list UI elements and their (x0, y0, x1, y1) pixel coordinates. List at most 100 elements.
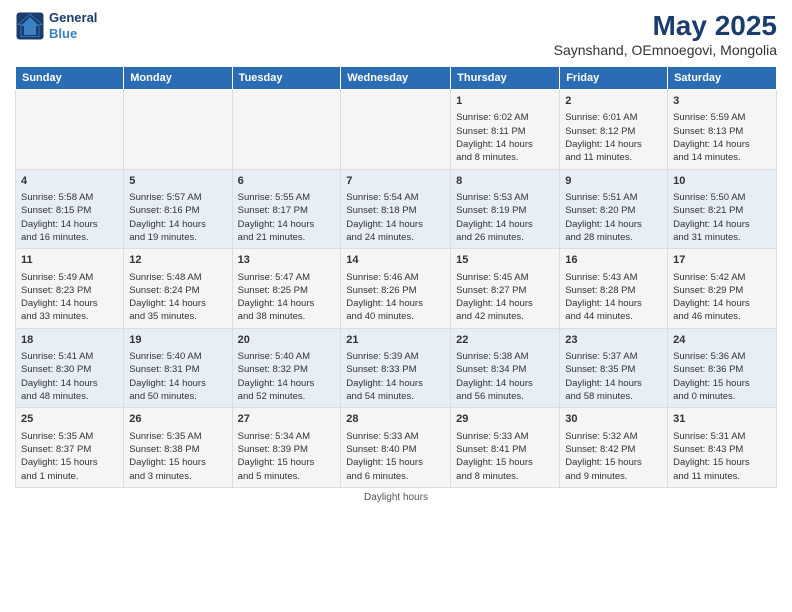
cell-content-line: Sunrise: 5:48 AM (129, 271, 226, 284)
day-number: 28 (346, 412, 445, 427)
cell-content-line: Sunset: 8:15 PM (21, 204, 118, 217)
calendar-cell: 8Sunrise: 5:53 AMSunset: 8:19 PMDaylight… (451, 169, 560, 249)
cell-content-line: Daylight: 15 hours (346, 456, 445, 469)
day-number: 14 (346, 253, 445, 268)
week-row-3: 11Sunrise: 5:49 AMSunset: 8:23 PMDayligh… (16, 249, 777, 329)
calendar-cell: 11Sunrise: 5:49 AMSunset: 8:23 PMDayligh… (16, 249, 124, 329)
cell-content-line: Sunrise: 5:55 AM (238, 191, 336, 204)
cell-content-line: and 50 minutes. (129, 390, 226, 403)
cell-content-line: Sunset: 8:30 PM (21, 363, 118, 376)
cell-content-line: and 28 minutes. (565, 231, 662, 244)
cell-content-line: Sunset: 8:16 PM (129, 204, 226, 217)
day-number: 9 (565, 174, 662, 189)
day-number: 8 (456, 174, 554, 189)
calendar-cell: 9Sunrise: 5:51 AMSunset: 8:20 PMDaylight… (560, 169, 668, 249)
calendar-cell: 1Sunrise: 6:02 AMSunset: 8:11 PMDaylight… (451, 90, 560, 170)
calendar-cell: 22Sunrise: 5:38 AMSunset: 8:34 PMDayligh… (451, 328, 560, 408)
calendar-cell: 20Sunrise: 5:40 AMSunset: 8:32 PMDayligh… (232, 328, 341, 408)
day-number: 22 (456, 333, 554, 348)
cell-content-line: Daylight: 14 hours (21, 297, 118, 310)
day-number: 11 (21, 253, 118, 268)
cell-content-line: and 21 minutes. (238, 231, 336, 244)
cell-content-line: and 3 minutes. (129, 470, 226, 483)
cell-content-line: and 1 minute. (21, 470, 118, 483)
cell-content-line: Sunrise: 5:57 AM (129, 191, 226, 204)
calendar-cell: 6Sunrise: 5:55 AMSunset: 8:17 PMDaylight… (232, 169, 341, 249)
cell-content-line: Sunset: 8:41 PM (456, 443, 554, 456)
day-number: 27 (238, 412, 336, 427)
cell-content-line: Sunrise: 5:54 AM (346, 191, 445, 204)
cell-content-line: and 31 minutes. (673, 231, 771, 244)
cell-content-line: Daylight: 15 hours (238, 456, 336, 469)
cell-content-line: and 24 minutes. (346, 231, 445, 244)
week-row-5: 25Sunrise: 5:35 AMSunset: 8:37 PMDayligh… (16, 408, 777, 488)
cell-content-line: and 11 minutes. (673, 470, 771, 483)
calendar-cell: 23Sunrise: 5:37 AMSunset: 8:35 PMDayligh… (560, 328, 668, 408)
calendar-cell: 10Sunrise: 5:50 AMSunset: 8:21 PMDayligh… (668, 169, 777, 249)
main-title: May 2025 (554, 10, 777, 42)
day-number: 21 (346, 333, 445, 348)
cell-content-line: and 35 minutes. (129, 310, 226, 323)
cell-content-line: Sunrise: 5:51 AM (565, 191, 662, 204)
week-row-2: 4Sunrise: 5:58 AMSunset: 8:15 PMDaylight… (16, 169, 777, 249)
day-number: 5 (129, 174, 226, 189)
calendar-cell: 3Sunrise: 5:59 AMSunset: 8:13 PMDaylight… (668, 90, 777, 170)
day-number: 19 (129, 333, 226, 348)
cell-content-line: Daylight: 14 hours (346, 297, 445, 310)
cell-content-line: Sunset: 8:40 PM (346, 443, 445, 456)
header-row: SundayMondayTuesdayWednesdayThursdayFrid… (16, 67, 777, 90)
cell-content-line: Sunrise: 5:41 AM (21, 350, 118, 363)
cell-content-line: Sunset: 8:32 PM (238, 363, 336, 376)
cell-content-line: Sunrise: 5:37 AM (565, 350, 662, 363)
cell-content-line: Sunset: 8:43 PM (673, 443, 771, 456)
header: General Blue May 2025 Saynshand, OEmnoeg… (15, 10, 777, 58)
cell-content-line: and 8 minutes. (456, 470, 554, 483)
cell-content-line: and 48 minutes. (21, 390, 118, 403)
cell-content-line: Sunrise: 5:58 AM (21, 191, 118, 204)
cell-content-line: Sunrise: 5:42 AM (673, 271, 771, 284)
cell-content-line: Sunrise: 5:49 AM (21, 271, 118, 284)
cell-content-line: Sunset: 8:33 PM (346, 363, 445, 376)
cell-content-line: Sunrise: 5:59 AM (673, 111, 771, 124)
calendar-cell: 13Sunrise: 5:47 AMSunset: 8:25 PMDayligh… (232, 249, 341, 329)
cell-content-line: Sunset: 8:24 PM (129, 284, 226, 297)
cell-content-line: and 40 minutes. (346, 310, 445, 323)
cell-content-line: Sunset: 8:28 PM (565, 284, 662, 297)
cell-content-line: Daylight: 14 hours (673, 218, 771, 231)
cell-content-line: Sunset: 8:37 PM (21, 443, 118, 456)
cell-content-line: and 52 minutes. (238, 390, 336, 403)
col-header-saturday: Saturday (668, 67, 777, 90)
cell-content-line: Daylight: 14 hours (456, 138, 554, 151)
cell-content-line: Daylight: 14 hours (456, 218, 554, 231)
cell-content-line: Daylight: 14 hours (129, 297, 226, 310)
cell-content-line: Daylight: 14 hours (238, 377, 336, 390)
cell-content-line: Daylight: 14 hours (129, 377, 226, 390)
cell-content-line: Daylight: 15 hours (456, 456, 554, 469)
day-number: 17 (673, 253, 771, 268)
cell-content-line: Sunrise: 5:36 AM (673, 350, 771, 363)
calendar-cell: 28Sunrise: 5:33 AMSunset: 8:40 PMDayligh… (341, 408, 451, 488)
cell-content-line: Sunset: 8:26 PM (346, 284, 445, 297)
day-number: 10 (673, 174, 771, 189)
cell-content-line: and 19 minutes. (129, 231, 226, 244)
cell-content-line: Sunset: 8:36 PM (673, 363, 771, 376)
calendar-cell: 18Sunrise: 5:41 AMSunset: 8:30 PMDayligh… (16, 328, 124, 408)
day-number: 18 (21, 333, 118, 348)
cell-content-line: Sunrise: 5:32 AM (565, 430, 662, 443)
cell-content-line: Sunrise: 5:43 AM (565, 271, 662, 284)
cell-content-line: Sunset: 8:31 PM (129, 363, 226, 376)
cell-content-line: Sunrise: 5:40 AM (129, 350, 226, 363)
cell-content-line: Daylight: 14 hours (346, 218, 445, 231)
calendar-cell: 12Sunrise: 5:48 AMSunset: 8:24 PMDayligh… (124, 249, 232, 329)
cell-content-line: and 11 minutes. (565, 151, 662, 164)
cell-content-line: Sunrise: 5:53 AM (456, 191, 554, 204)
cell-content-line: and 44 minutes. (565, 310, 662, 323)
calendar-cell: 26Sunrise: 5:35 AMSunset: 8:38 PMDayligh… (124, 408, 232, 488)
col-header-tuesday: Tuesday (232, 67, 341, 90)
cell-content-line: and 54 minutes. (346, 390, 445, 403)
calendar-cell: 21Sunrise: 5:39 AMSunset: 8:33 PMDayligh… (341, 328, 451, 408)
cell-content-line: Sunrise: 5:35 AM (21, 430, 118, 443)
week-row-1: 1Sunrise: 6:02 AMSunset: 8:11 PMDaylight… (16, 90, 777, 170)
page: General Blue May 2025 Saynshand, OEmnoeg… (0, 0, 792, 612)
calendar-cell: 19 Sunrise: 5:40 AMSunset: 8:31 PMDayligh… (124, 328, 232, 408)
